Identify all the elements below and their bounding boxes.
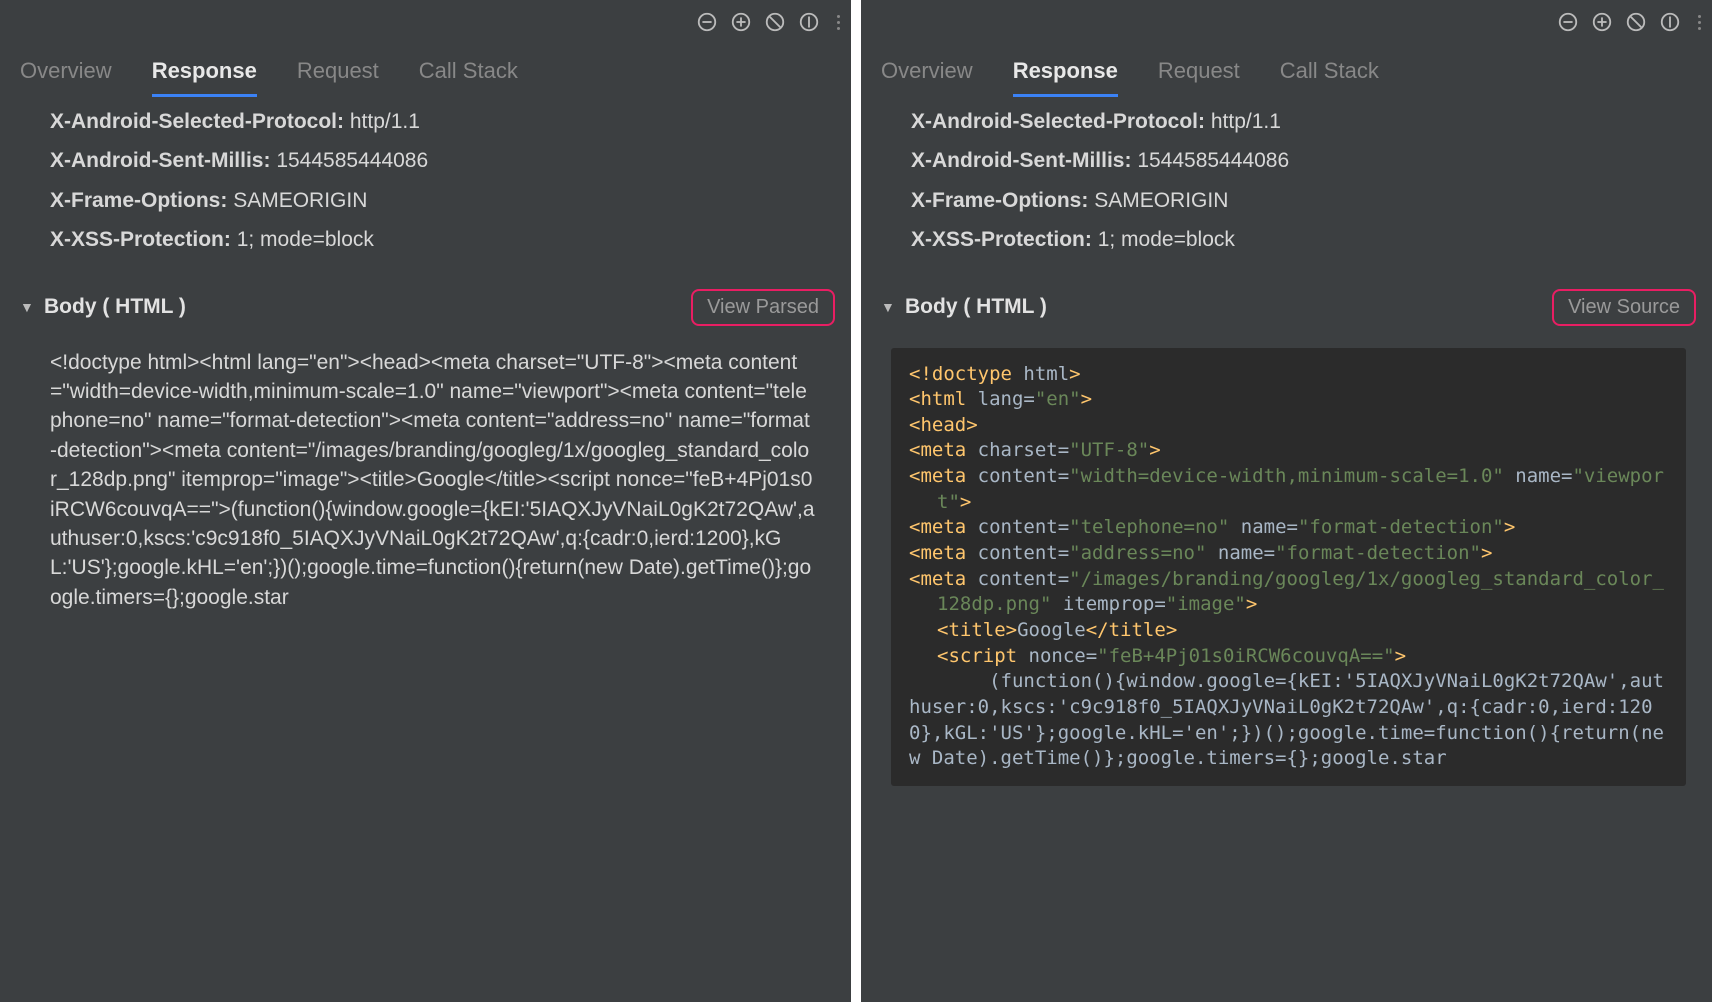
header-row: X-Android-Selected-Protocol: http/1.1 — [50, 107, 821, 136]
header-value: http/1.1 — [350, 110, 420, 133]
reset-icon[interactable] — [795, 8, 823, 36]
view-parsed-button[interactable]: View Parsed — [691, 289, 835, 326]
devtools-panel-left: Overview Response Request Call Stack X-A… — [0, 0, 861, 1002]
header-name: X-XSS-Protection: — [911, 228, 1092, 251]
header-row: X-XSS-Protection: 1; mode=block — [50, 225, 821, 254]
header-value: 1544585444086 — [1137, 149, 1289, 172]
header-name: X-Android-Selected-Protocol: — [911, 110, 1205, 133]
header-value: SAMEORIGIN — [1094, 189, 1228, 212]
header-name: X-XSS-Protection: — [50, 228, 231, 251]
header-name: X-Frame-Options: — [911, 189, 1088, 212]
panel-content: X-Android-Selected-Protocol: http/1.1 X-… — [0, 97, 851, 1002]
tab-request[interactable]: Request — [1158, 58, 1240, 97]
tabs: Overview Response Request Call Stack — [861, 44, 1712, 97]
body-parsed-code: <!doctype html><html lang="en"><head><me… — [891, 348, 1686, 786]
header-row: X-XSS-Protection: 1; mode=block — [911, 225, 1682, 254]
header-row: X-Frame-Options: SAMEORIGIN — [50, 186, 821, 215]
collapse-icon[interactable] — [693, 8, 721, 36]
header-name: X-Frame-Options: — [50, 189, 227, 212]
body-header[interactable]: ▼ Body ( HTML ) View Source — [881, 289, 1696, 326]
body-raw-text: <!doctype html><html lang="en"><head><me… — [50, 348, 815, 613]
toolbar — [0, 0, 851, 44]
toolbar — [861, 0, 1712, 44]
drag-handle-icon[interactable] — [1694, 8, 1704, 36]
tab-overview[interactable]: Overview — [20, 58, 112, 97]
header-value: 1544585444086 — [276, 149, 428, 172]
tab-response[interactable]: Response — [1013, 58, 1118, 97]
header-name: X-Android-Sent-Millis: — [50, 149, 270, 172]
tab-callstack[interactable]: Call Stack — [1280, 58, 1379, 97]
header-value: http/1.1 — [1211, 110, 1281, 133]
header-row: X-Android-Selected-Protocol: http/1.1 — [911, 107, 1682, 136]
expand-icon[interactable] — [1588, 8, 1616, 36]
disable-icon[interactable] — [761, 8, 789, 36]
response-headers: X-Android-Selected-Protocol: http/1.1 X-… — [861, 97, 1712, 271]
header-row: X-Android-Sent-Millis: 1544585444086 — [50, 146, 821, 175]
tab-callstack[interactable]: Call Stack — [419, 58, 518, 97]
header-row: X-Frame-Options: SAMEORIGIN — [911, 186, 1682, 215]
tab-request[interactable]: Request — [297, 58, 379, 97]
drag-handle-icon[interactable] — [833, 8, 843, 36]
header-value: 1; mode=block — [237, 228, 374, 251]
body-header[interactable]: ▼ Body ( HTML ) View Parsed — [20, 289, 835, 326]
disclosure-triangle-icon[interactable]: ▼ — [881, 299, 897, 315]
body-section-title: Body ( HTML ) — [44, 295, 186, 319]
response-headers: X-Android-Selected-Protocol: http/1.1 X-… — [0, 97, 851, 271]
panel-content: X-Android-Selected-Protocol: http/1.1 X-… — [861, 97, 1712, 1002]
devtools-panel-right: Overview Response Request Call Stack X-A… — [861, 0, 1712, 1002]
tab-response[interactable]: Response — [152, 58, 257, 97]
tabs: Overview Response Request Call Stack — [0, 44, 851, 97]
view-source-button[interactable]: View Source — [1552, 289, 1696, 326]
body-section: ▼ Body ( HTML ) View Parsed <!doctype ht… — [0, 289, 851, 613]
header-value: 1; mode=block — [1098, 228, 1235, 251]
tab-overview[interactable]: Overview — [881, 58, 973, 97]
expand-icon[interactable] — [727, 8, 755, 36]
disable-icon[interactable] — [1622, 8, 1650, 36]
body-section: ▼ Body ( HTML ) View Source <!doctype ht… — [861, 289, 1712, 786]
body-section-title: Body ( HTML ) — [905, 295, 1047, 319]
reset-icon[interactable] — [1656, 8, 1684, 36]
header-name: X-Android-Sent-Millis: — [911, 149, 1131, 172]
header-row: X-Android-Sent-Millis: 1544585444086 — [911, 146, 1682, 175]
header-name: X-Android-Selected-Protocol: — [50, 110, 344, 133]
header-value: SAMEORIGIN — [233, 189, 367, 212]
disclosure-triangle-icon[interactable]: ▼ — [20, 299, 36, 315]
collapse-icon[interactable] — [1554, 8, 1582, 36]
